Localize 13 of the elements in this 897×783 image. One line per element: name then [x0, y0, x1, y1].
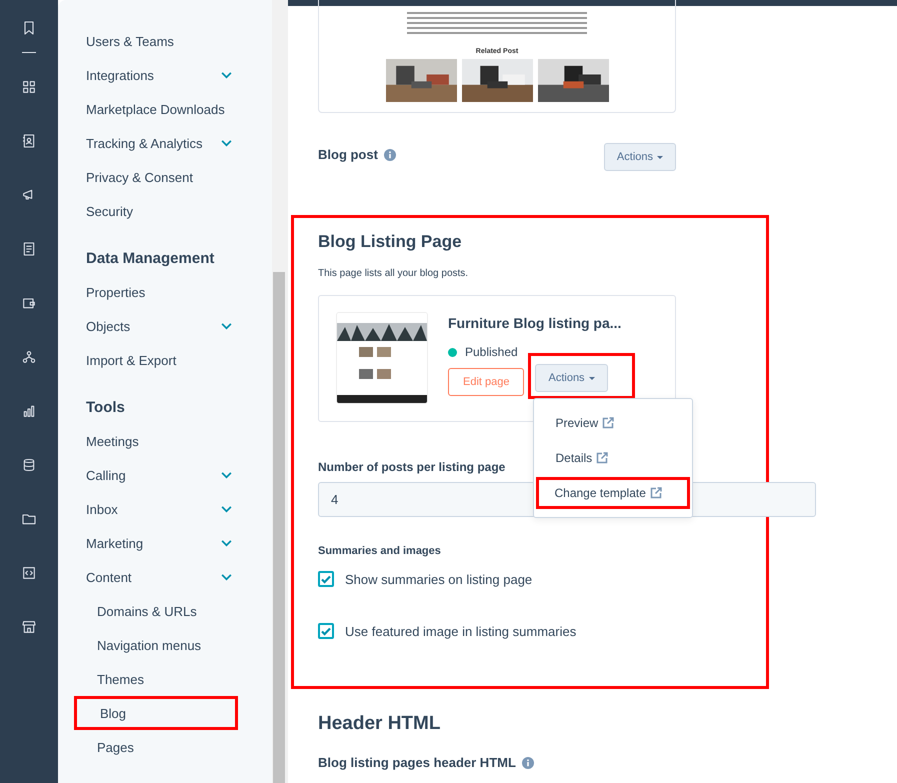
- field-label: Blog listing pages header HTML: [318, 755, 516, 770]
- field-label: Blog post: [318, 147, 378, 162]
- field-label: Summaries and images: [318, 545, 442, 557]
- field-label: Number of posts per listing page: [318, 460, 506, 474]
- page-title: Furniture Blog listing pa...: [448, 315, 622, 331]
- section-title: Header HTML: [318, 713, 442, 735]
- section-description: This page lists all your blog posts.: [318, 268, 470, 279]
- status-label: Published: [465, 345, 518, 359]
- checkbox-label: Use featured image in listing summaries: [345, 624, 576, 638]
- section-title: Blog Listing Page: [318, 232, 463, 252]
- checkbox-label: Show summaries on listing page: [345, 572, 532, 586]
- section-heading: Data Management: [86, 250, 216, 267]
- section-heading: Tools: [86, 399, 126, 416]
